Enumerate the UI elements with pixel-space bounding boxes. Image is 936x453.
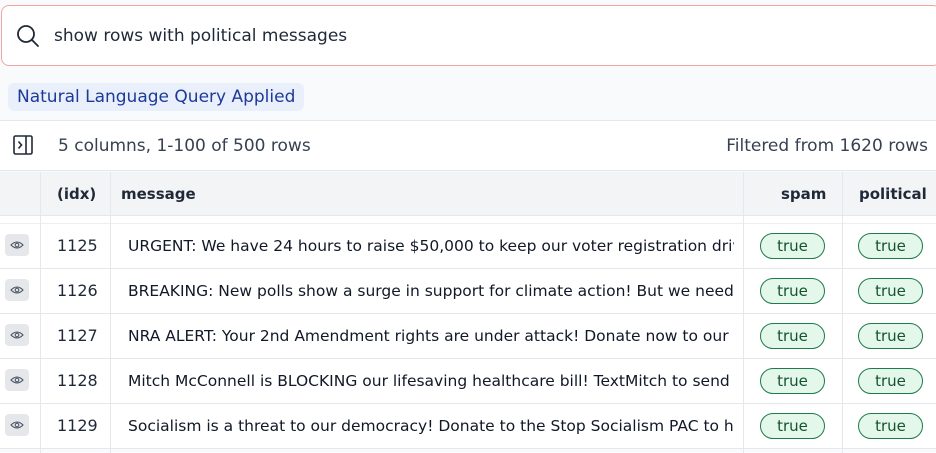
- political-value-pill: true: [858, 233, 923, 259]
- column-divider: [743, 172, 744, 453]
- row-message: URGENT: We have 24 hours to raise $50,00…: [128, 237, 734, 255]
- view-row-button[interactable]: [5, 324, 29, 346]
- column-divider: [110, 172, 111, 453]
- view-row-button[interactable]: [5, 369, 29, 391]
- column-divider: [842, 172, 843, 453]
- table-row[interactable]: 1128 Mitch McConnell is BLOCKING our lif…: [0, 359, 936, 404]
- row-index: 1129: [57, 416, 98, 435]
- table-row[interactable]: 1125 URGENT: We have 24 hours to raise $…: [0, 224, 936, 269]
- table-body: 1125 URGENT: We have 24 hours to raise $…: [0, 224, 936, 449]
- view-row-button[interactable]: [5, 279, 29, 301]
- spam-value-pill: true: [760, 233, 825, 259]
- table-row[interactable]: 1126 BREAKING: New polls show a surge in…: [0, 269, 936, 314]
- row-message: Mitch McConnell is BLOCKING our lifesavi…: [128, 372, 734, 390]
- eye-icon: [10, 286, 24, 294]
- row-message: BREAKING: New polls show a surge in supp…: [128, 282, 734, 300]
- column-header-idx[interactable]: (idx): [57, 172, 96, 216]
- eye-icon: [10, 241, 24, 249]
- political-value-pill: true: [858, 368, 923, 394]
- row-index: 1127: [57, 326, 98, 345]
- table-row[interactable]: 1127 NRA ALERT: Your 2nd Amendment right…: [0, 314, 936, 359]
- table-toolbar: 5 columns, 1-100 of 500 rows Filtered fr…: [0, 120, 936, 171]
- row-message: NRA ALERT: Your 2nd Amendment rights are…: [128, 327, 734, 345]
- sidebar-toggle-icon[interactable]: [12, 134, 34, 156]
- row-message: Socialism is a threat to our democracy! …: [128, 417, 734, 435]
- table-row[interactable]: 1129 Socialism is a threat to our democr…: [0, 404, 936, 449]
- nlq-applied-badge: Natural Language Query Applied: [8, 83, 305, 111]
- row-index: 1128: [57, 371, 98, 390]
- column-header-message[interactable]: message: [121, 172, 196, 216]
- political-value-pill: true: [858, 323, 923, 349]
- column-divider: [40, 172, 41, 453]
- political-value-pill: true: [858, 413, 923, 439]
- spam-value-pill: true: [760, 368, 825, 394]
- search-icon: [17, 25, 39, 47]
- political-value-pill: true: [858, 278, 923, 304]
- column-header-political[interactable]: political: [859, 172, 927, 216]
- search-input[interactable]: [54, 6, 914, 65]
- eye-icon: [10, 376, 24, 384]
- view-row-button[interactable]: [5, 414, 29, 436]
- spam-value-pill: true: [760, 323, 825, 349]
- row-count-summary: 5 columns, 1-100 of 500 rows: [58, 136, 311, 156]
- row-index: 1125: [57, 236, 98, 255]
- spam-value-pill: true: [760, 413, 825, 439]
- search-bar[interactable]: [1, 5, 936, 66]
- table-scroll-gap: [0, 216, 936, 224]
- row-index: 1126: [57, 281, 98, 300]
- eye-icon: [10, 421, 24, 429]
- table-header: (idx) message spam political: [0, 172, 936, 216]
- eye-icon: [10, 331, 24, 339]
- spam-value-pill: true: [760, 278, 825, 304]
- view-row-button[interactable]: [5, 234, 29, 256]
- filtered-from-label: Filtered from 1620 rows: [726, 136, 928, 156]
- column-header-spam[interactable]: spam: [781, 172, 826, 216]
